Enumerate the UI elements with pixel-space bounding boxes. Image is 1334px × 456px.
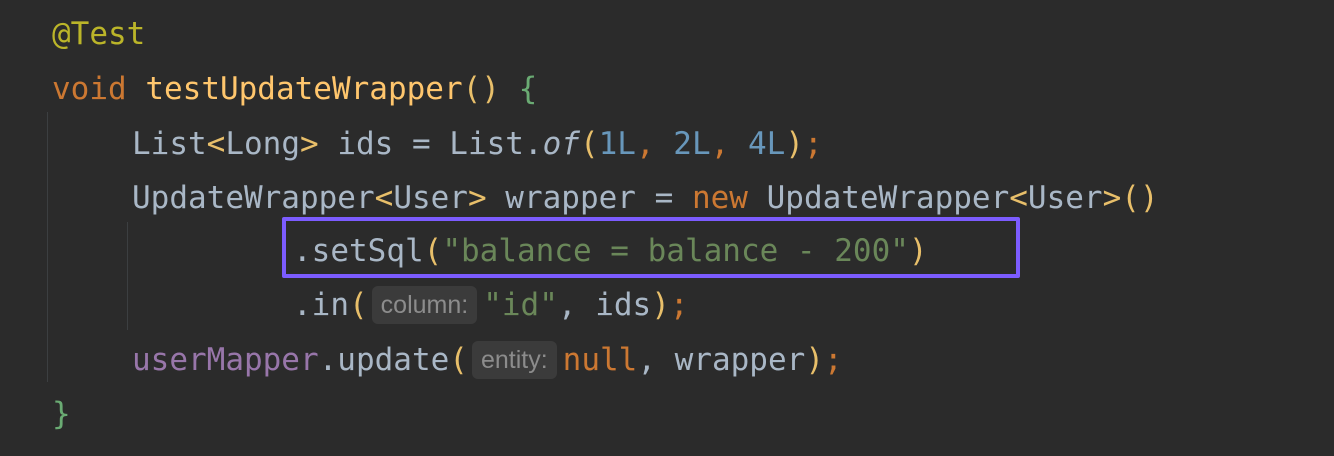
code-text: , wrapper: [637, 342, 806, 378]
open-paren: (: [449, 342, 468, 378]
annotation: @Test: [52, 16, 146, 52]
type-name: UpdateWrapper: [132, 180, 375, 216]
parens: (): [1121, 180, 1159, 216]
highlight-box: [282, 217, 1020, 278]
code-text: wrapper =: [486, 180, 692, 216]
keyword: new: [691, 180, 748, 216]
generic-type: Long: [225, 126, 300, 162]
keyword: null: [562, 342, 638, 378]
number-literal: 4L: [747, 126, 786, 162]
keyword: void: [52, 71, 127, 107]
field-reference: userMapper: [132, 342, 319, 378]
code-text: ids = List.: [318, 126, 543, 162]
semicolon: ;: [803, 126, 823, 162]
open-paren: (: [349, 287, 368, 323]
code-line-3[interactable]: List<Long> ids = List.of(1L, 2L, 4L);: [132, 124, 823, 164]
indent-guide: [47, 112, 48, 382]
code-editor[interactable]: @Test void testUpdateWrapper() { List<Lo…: [0, 0, 1334, 456]
separator: ,: [635, 126, 674, 162]
type-name: UpdateWrapper: [747, 180, 1010, 216]
generic-type: User: [393, 180, 468, 216]
close-paren: ): [785, 126, 804, 162]
method-call: .in: [293, 287, 349, 323]
number-literal: 2L: [673, 126, 711, 162]
method-name: testUpdateWrapper: [145, 71, 463, 107]
open-paren: (: [579, 126, 599, 162]
parens: (): [462, 71, 500, 107]
generic-bracket: <: [1009, 180, 1028, 216]
code-line-4[interactable]: UpdateWrapper<User> wrapper = new Update…: [132, 178, 1159, 218]
generic-bracket: >: [467, 180, 487, 216]
code-line-8[interactable]: }: [52, 394, 71, 434]
generic-bracket: <: [374, 180, 394, 216]
code-line-2[interactable]: void testUpdateWrapper() {: [52, 69, 537, 109]
generic-type: User: [1027, 180, 1103, 216]
generic-bracket: <: [206, 126, 226, 162]
code-text: , ids: [557, 287, 652, 323]
close-paren: ): [805, 342, 824, 378]
open-brace: {: [518, 71, 538, 107]
indent-guide: [127, 222, 128, 330]
method-call: .update: [318, 342, 450, 378]
semicolon: ;: [669, 287, 689, 323]
string-literal: "id": [483, 287, 558, 323]
number-literal: 1L: [598, 126, 636, 162]
type-name: List: [132, 126, 207, 162]
generic-bracket: >: [1102, 180, 1122, 216]
method-call: of: [542, 126, 580, 162]
separator: ,: [710, 126, 748, 162]
close-paren: ): [651, 287, 670, 323]
parameter-hint: column:: [371, 285, 478, 324]
code-line-1[interactable]: @Test: [52, 14, 145, 54]
generic-bracket: >: [299, 126, 319, 162]
code-line-6[interactable]: .in(column: "id", ids);: [293, 285, 689, 325]
close-brace: }: [52, 396, 71, 432]
code-line-7[interactable]: userMapper.update(entity: null, wrapper);: [132, 340, 843, 380]
semicolon: ;: [823, 342, 843, 378]
parameter-hint: entity:: [471, 340, 557, 379]
